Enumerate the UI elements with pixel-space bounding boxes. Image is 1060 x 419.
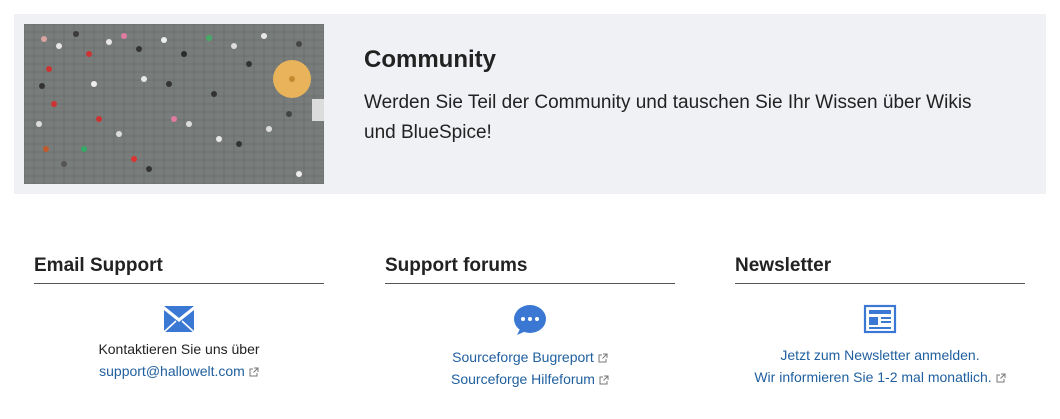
support-email-link[interactable]: support@hallowelt.com xyxy=(99,363,245,379)
newsletter-body: Jetzt zum Newsletter anmelden. Wir infor… xyxy=(735,344,1025,388)
support-forums-section: Support forums Sourceforge Bugreport Sou… xyxy=(385,255,675,390)
newspaper-icon xyxy=(863,304,897,334)
newsletter-signup-link[interactable]: Jetzt zum Newsletter anmelden. xyxy=(780,347,979,363)
community-banner: Community Werden Sie Teil der Community … xyxy=(14,14,1046,194)
email-support-title: Email Support xyxy=(34,255,324,284)
email-support-text: Kontaktieren Sie uns über xyxy=(98,341,260,357)
envelope-icon xyxy=(163,306,195,333)
crowd-photo-illustration xyxy=(24,24,324,184)
chat-bubble-icon xyxy=(514,305,546,335)
community-description: Werden Sie Teil der Community und tausch… xyxy=(364,92,972,143)
sourceforge-hilfeforum-link[interactable]: Sourceforge Hilfeforum xyxy=(451,371,595,387)
external-link-icon xyxy=(996,373,1006,383)
newsletter-info-link[interactable]: Wir informieren Sie 1-2 mal monatlich. xyxy=(754,369,991,385)
newsletter-title: Newsletter xyxy=(735,255,1025,284)
email-support-section: Email Support Kontaktieren Sie uns über … xyxy=(34,255,324,382)
support-forums-body: Sourceforge Bugreport Sourceforge Hilfef… xyxy=(385,346,675,390)
external-link-icon xyxy=(598,353,608,363)
newsletter-section: Newsletter Jetzt zum Newsletter anmelden… xyxy=(735,255,1025,388)
community-text: Community Werden Sie Teil der Community … xyxy=(364,46,1004,148)
email-support-body: Kontaktieren Sie uns über support@hallow… xyxy=(34,338,324,382)
sourceforge-bugreport-link[interactable]: Sourceforge Bugreport xyxy=(452,349,594,365)
community-title: Community xyxy=(364,46,496,73)
external-link-icon xyxy=(249,367,259,377)
external-link-icon xyxy=(599,375,609,385)
crowd-photo xyxy=(24,24,324,184)
support-forums-title: Support forums xyxy=(385,255,675,284)
